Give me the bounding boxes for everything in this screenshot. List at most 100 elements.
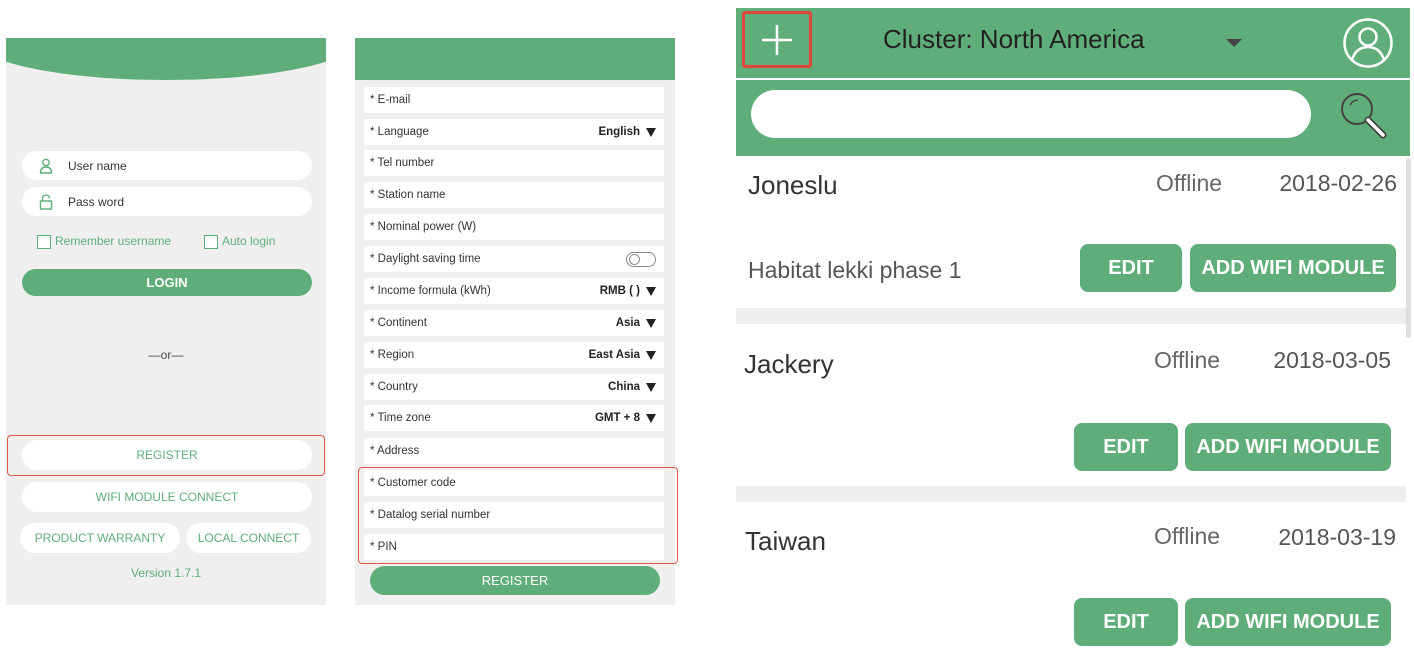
add-station-button[interactable] bbox=[742, 11, 812, 68]
datalog-label: * Datalog serial number bbox=[370, 509, 491, 521]
station-status: Offline bbox=[1154, 523, 1221, 549]
search-icon bbox=[1341, 93, 1387, 139]
remember-label: Remember username bbox=[55, 234, 172, 248]
register-submit-label: REGISTER bbox=[481, 573, 549, 588]
station-status: Offline bbox=[1154, 347, 1221, 373]
edit-label: EDIT bbox=[1108, 256, 1154, 279]
timezone-label: * Time zone bbox=[370, 412, 431, 424]
language-select[interactable]: * Language English bbox=[364, 119, 664, 145]
register-screen: * E-mail * Language English * Tel number … bbox=[355, 38, 678, 605]
address-field[interactable]: * Address bbox=[364, 438, 664, 464]
edit-button[interactable]: EDIT bbox=[1074, 598, 1178, 646]
email-field[interactable]: * E-mail bbox=[364, 87, 664, 113]
income-formula-select[interactable]: * Income formula (kWh) RMB ( ) bbox=[364, 278, 664, 304]
station-label: * Station name bbox=[370, 189, 446, 201]
search-bar bbox=[736, 80, 1410, 156]
continent-value: Asia bbox=[615, 317, 640, 329]
checkbox-icon bbox=[204, 234, 218, 249]
or-divider: —or— bbox=[148, 348, 184, 362]
country-value: China bbox=[608, 381, 640, 393]
top-bar: Cluster: North America bbox=[736, 8, 1410, 78]
country-select[interactable]: * Country China bbox=[364, 374, 664, 400]
language-label: * Language bbox=[370, 126, 429, 138]
region-select[interactable]: * Region East Asia bbox=[364, 342, 664, 368]
add-wifi-label: ADD WIFI MODULE bbox=[1201, 256, 1385, 279]
tel-number-field[interactable]: * Tel number bbox=[364, 150, 664, 176]
income-label: * Income formula (kWh) bbox=[370, 285, 491, 297]
version-label: Version 1.7.1 bbox=[130, 566, 202, 580]
dropdown-triangle-icon bbox=[646, 127, 656, 137]
language-value: English bbox=[598, 126, 640, 138]
wifi-button-label: WIFI MODULE CONNECT bbox=[95, 490, 239, 504]
cluster-dropdown-icon[interactable] bbox=[1226, 39, 1242, 47]
station-date: 2018-03-19 bbox=[1278, 524, 1396, 550]
autologin-label: Auto login bbox=[222, 234, 276, 248]
product-warranty-button[interactable]: PRODUCT WARRANTY bbox=[20, 523, 180, 553]
login-button[interactable]: LOGIN bbox=[22, 269, 312, 296]
password-field[interactable]: Pass word bbox=[22, 187, 312, 216]
edit-button[interactable]: EDIT bbox=[1074, 423, 1178, 471]
add-wifi-module-button[interactable]: ADD WIFI MODULE bbox=[1185, 423, 1391, 471]
lock-icon bbox=[38, 193, 54, 210]
edit-button[interactable]: EDIT bbox=[1080, 244, 1182, 292]
cluster-selector[interactable]: Cluster: North America bbox=[883, 24, 1145, 55]
user-avatar-icon bbox=[1343, 18, 1393, 68]
register-button[interactable]: REGISTER bbox=[22, 440, 312, 470]
time-zone-select[interactable]: * Time zone GMT + 8 bbox=[364, 405, 664, 431]
plus-icon bbox=[762, 24, 792, 55]
password-placeholder: Pass word bbox=[68, 194, 125, 209]
pin-label: * PIN bbox=[370, 541, 397, 553]
add-wifi-module-button[interactable]: ADD WIFI MODULE bbox=[1185, 598, 1391, 646]
username-placeholder: User name bbox=[68, 158, 127, 173]
login-button-label: LOGIN bbox=[146, 275, 188, 290]
station-name-field[interactable]: * Station name bbox=[364, 182, 664, 208]
search-button[interactable] bbox=[1336, 88, 1390, 147]
dropdown-triangle-icon bbox=[646, 382, 656, 392]
pin-field[interactable]: * PIN bbox=[364, 534, 664, 560]
dropdown-triangle-icon bbox=[646, 318, 656, 328]
username-field[interactable]: User name bbox=[22, 151, 312, 180]
remember-username-checkbox[interactable]: Remember username bbox=[37, 234, 171, 249]
cluster-label: Cluster: North America bbox=[883, 24, 1145, 54]
station-name: Taiwan bbox=[745, 526, 826, 556]
region-label: * Region bbox=[370, 349, 415, 361]
daylight-label: * Daylight saving time bbox=[370, 253, 481, 265]
daylight-saving-toggle[interactable] bbox=[626, 251, 656, 267]
income-value: RMB ( ) bbox=[599, 285, 640, 297]
dropdown-triangle-icon bbox=[646, 413, 656, 423]
station-name: Joneslu bbox=[748, 170, 838, 200]
station-date: 2018-03-05 bbox=[1273, 347, 1391, 373]
profile-button[interactable] bbox=[1342, 17, 1394, 74]
continent-select[interactable]: * Continent Asia bbox=[364, 310, 664, 336]
datalog-serial-field[interactable]: * Datalog serial number bbox=[364, 502, 664, 528]
email-label: * E-mail bbox=[370, 94, 411, 106]
edit-label: EDIT bbox=[1103, 435, 1149, 458]
dropdown-triangle-icon bbox=[646, 286, 656, 296]
station-address: Habitat lekki phase 1 bbox=[748, 257, 962, 283]
login-header bbox=[6, 38, 326, 80]
list-divider bbox=[736, 308, 1406, 324]
customer-code-field[interactable]: * Customer code bbox=[364, 470, 664, 496]
user-icon bbox=[38, 158, 54, 174]
nominal-power-field[interactable]: * Nominal power (W) bbox=[364, 214, 664, 240]
tel-label: * Tel number bbox=[370, 157, 435, 169]
auto-login-checkbox[interactable]: Auto login bbox=[204, 234, 275, 249]
address-label: * Address bbox=[370, 445, 420, 457]
local-connect-button[interactable]: LOCAL CONNECT bbox=[186, 523, 311, 553]
register-submit-button[interactable]: REGISTER bbox=[370, 566, 660, 595]
scrollbar[interactable] bbox=[1406, 158, 1411, 338]
dropdown-triangle-icon bbox=[646, 350, 656, 360]
region-value: East Asia bbox=[588, 349, 640, 361]
add-wifi-module-button[interactable]: ADD WIFI MODULE bbox=[1190, 244, 1396, 292]
timezone-value: GMT + 8 bbox=[594, 412, 640, 424]
country-label: * Country bbox=[370, 381, 418, 393]
customer-label: * Customer code bbox=[370, 477, 456, 489]
checkbox-icon bbox=[37, 234, 51, 249]
search-input[interactable] bbox=[751, 90, 1311, 138]
register-header bbox=[355, 38, 675, 80]
station-status: Offline bbox=[1156, 170, 1223, 196]
edit-label: EDIT bbox=[1103, 610, 1149, 633]
station-name: Jackery bbox=[744, 349, 834, 379]
station-date: 2018-02-26 bbox=[1279, 170, 1397, 196]
wifi-module-connect-button[interactable]: WIFI MODULE CONNECT bbox=[22, 482, 312, 512]
